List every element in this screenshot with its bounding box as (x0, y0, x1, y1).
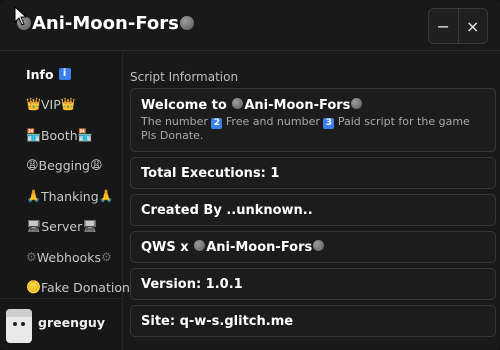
praying-hands-icon: 🙏 (98, 189, 114, 203)
window-title-text: Ani-Moon-Fors (32, 13, 179, 34)
moon-icon (232, 98, 244, 109)
mouse-cursor-icon (14, 6, 28, 26)
pleading-face-icon: 😩 (26, 158, 39, 172)
window-controls: − × (428, 8, 488, 44)
tab-fake-donation[interactable]: 🪙 Fake Donation (26, 276, 130, 298)
tab-vip[interactable]: 👑 VIP 👑 (26, 93, 76, 115)
version-label: Version: 1.0.1 (141, 276, 243, 292)
username: greenguy (38, 315, 105, 330)
created-by-card: Created By ..unknown.. (130, 194, 496, 226)
tab-label: Info (26, 66, 54, 82)
tab-label: Server (41, 218, 83, 234)
computer-icon: 🖥 (82, 219, 98, 233)
moon-icon (313, 239, 325, 251)
executions-card: Total Executions: 1 (130, 157, 496, 189)
store-icon: 🏪 (77, 128, 93, 142)
welcome-card: Welcome to Ani-Moon-Fors The number 2 Fr… (130, 88, 496, 152)
moon-icon (351, 98, 363, 109)
tab-label: Begging (38, 157, 90, 173)
tab-thanking[interactable]: 🙏 Thanking 🙏 (26, 185, 114, 207)
moon-icon (179, 16, 194, 30)
tab-booth[interactable]: 🏪 Booth 🏪 (26, 124, 93, 146)
praying-hands-icon: 🙏 (26, 189, 41, 203)
crown-icon: 👑 (60, 97, 76, 111)
tab-info[interactable]: Info i (26, 63, 71, 85)
close-button[interactable]: × (457, 9, 488, 43)
pleading-face-icon: 😩 (89, 158, 103, 172)
gear-icon: ⚙ (101, 250, 112, 264)
version-card: Version: 1.0.1 (130, 268, 496, 300)
welcome-title: Welcome to Ani-Moon-Fors (141, 98, 485, 113)
gear-icon: ⚙ (26, 250, 37, 264)
number-two-icon: 2 (211, 118, 223, 129)
tab-label: Thanking (40, 188, 99, 204)
computer-icon: 🖥 (26, 219, 42, 233)
created-by-label: Created By ..unknown.. (141, 202, 313, 218)
welcome-description: The number 2 Free and number 3 Paid scri… (141, 115, 470, 142)
tab-label: Booth (40, 127, 78, 143)
avatar (6, 309, 32, 343)
tab-label: VIP (40, 96, 61, 112)
minimize-button[interactable]: − (429, 9, 458, 43)
window-title: Ani-Moon-Fors (16, 13, 195, 34)
crown-icon: 👑 (26, 97, 41, 111)
executions-label: Total Executions: 1 (141, 165, 280, 181)
tab-server[interactable]: 🖥 Server 🖥 (26, 215, 97, 237)
script-window: Ani-Moon-Fors − × Info i 👑 VIP 👑 🏪 Booth 🏪 😩… (0, 0, 500, 350)
qws-label: QWS x Ani-Moon-Fors (141, 239, 325, 255)
store-icon: 🏪 (26, 128, 41, 142)
sidebar: Info i 👑 VIP 👑 🏪 Booth 🏪 😩 Begging 😩 🙏 Thanking… (0, 51, 130, 350)
site-card[interactable]: Site: q-w-s.glitch.me (130, 305, 496, 337)
section-title: Script Information (130, 70, 239, 84)
site-label: Site: q-w-s.glitch.me (141, 313, 294, 329)
user-profile: greenguy (0, 298, 122, 350)
number-three-icon: 3 (323, 118, 335, 129)
moon-icon (194, 239, 206, 251)
tab-label: Fake Donation (40, 279, 130, 295)
coin-icon: 🪙 (26, 280, 41, 294)
title-bar[interactable]: Ani-Moon-Fors − × (0, 0, 500, 51)
tab-label: Webhooks (36, 249, 101, 265)
info-icon: i (58, 68, 71, 80)
qws-card: QWS x Ani-Moon-Fors (130, 231, 496, 263)
tab-webhooks[interactable]: ⚙ Webhooks ⚙ (26, 246, 112, 268)
tab-begging[interactable]: 😩 Begging 😩 (26, 154, 103, 176)
